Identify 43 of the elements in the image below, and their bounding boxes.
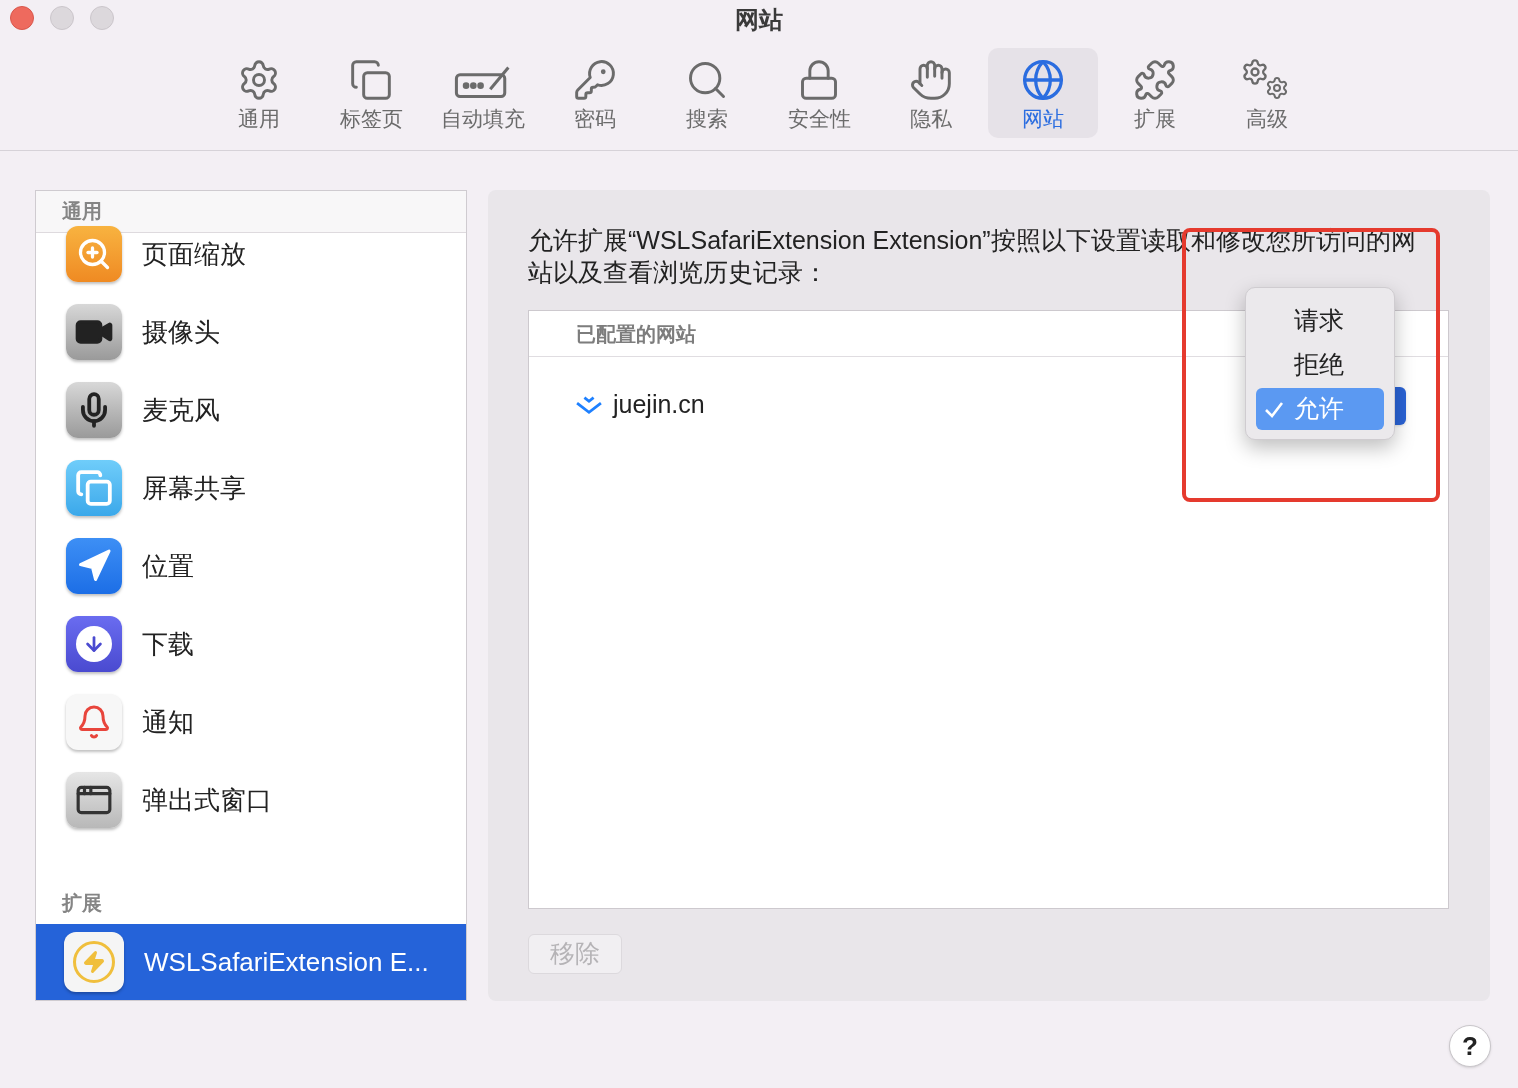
- bell-icon: [66, 694, 122, 750]
- sidebar-item[interactable]: 通知: [36, 683, 466, 761]
- sidebar-item[interactable]: WSLSafariExtension E...: [36, 924, 466, 1000]
- download-icon: [66, 616, 122, 672]
- column-header: 已配置的网站: [576, 321, 696, 347]
- checkmark-icon: [1264, 401, 1284, 419]
- toolbar-tab[interactable]: 通用: [204, 48, 314, 138]
- sidebar-item[interactable]: 摄像头: [36, 293, 466, 371]
- toolbar-tab[interactable]: 网站: [988, 48, 1098, 138]
- sidebar-section-header: 扩展: [62, 891, 102, 916]
- toolbar-tab[interactable]: 自动填充: [428, 48, 538, 138]
- key-icon: [573, 58, 617, 102]
- toolbar-tab[interactable]: 隐私: [876, 48, 986, 138]
- menu-item[interactable]: 允许: [1256, 388, 1384, 430]
- lightning-icon: [64, 932, 124, 992]
- menu-item[interactable]: 请求: [1256, 300, 1384, 342]
- close-button[interactable]: [10, 6, 34, 30]
- hand-icon: [909, 58, 953, 102]
- globe-icon: [1021, 58, 1065, 102]
- zoom-button[interactable]: [90, 6, 114, 30]
- sidebar-item[interactable]: 弹出式窗口: [36, 761, 466, 839]
- sidebar-section-header: 通用: [62, 199, 102, 224]
- popup-window-icon: [66, 772, 122, 828]
- tabs-icon: [349, 58, 393, 102]
- sidebar-item[interactable]: 下载: [36, 605, 466, 683]
- microphone-icon: [66, 382, 122, 438]
- sidebar-item[interactable]: 麦克风: [36, 371, 466, 449]
- puzzle-icon: [1133, 58, 1177, 102]
- screen-share-icon: [66, 460, 122, 516]
- minimize-button[interactable]: [50, 6, 74, 30]
- toolbar-tab[interactable]: 高级: [1212, 48, 1322, 138]
- window-title: 网站: [735, 5, 783, 35]
- toolbar-tab[interactable]: 密码: [540, 48, 650, 138]
- menu-item[interactable]: 拒绝: [1256, 344, 1384, 386]
- toolbar-tab[interactable]: 扩展: [1100, 48, 1210, 138]
- help-button[interactable]: ?: [1449, 1025, 1491, 1067]
- site-name: juejin.cn: [613, 389, 705, 421]
- toolbar-tab[interactable]: 安全性: [764, 48, 874, 138]
- toolbar-tab[interactable]: 搜索: [652, 48, 762, 138]
- sidebar-item[interactable]: 位置: [36, 527, 466, 605]
- sidebar-item[interactable]: 屏幕共享: [36, 449, 466, 527]
- toolbar-tab[interactable]: 标签页: [316, 48, 426, 138]
- video-camera-icon: [66, 304, 122, 360]
